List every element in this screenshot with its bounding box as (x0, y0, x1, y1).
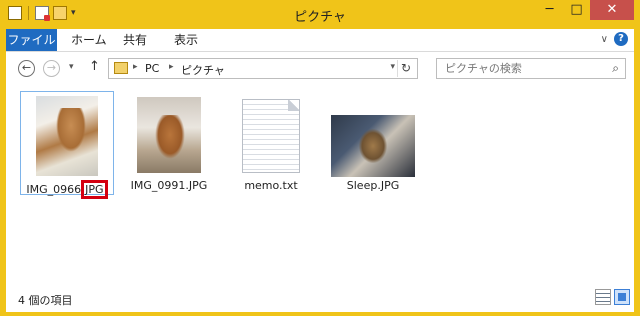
breadcrumb-pictures[interactable]: ピクチャ (181, 62, 225, 78)
file-name-base: IMG_0966 (26, 183, 82, 196)
search-input[interactable] (445, 61, 595, 75)
tab-file[interactable]: ファイル (6, 29, 57, 51)
tab-share[interactable]: 共有 (123, 29, 147, 51)
ribbon-right-controls: ∨ ? (601, 32, 628, 46)
close-button[interactable]: ✕ (590, 0, 634, 20)
breadcrumb-pc[interactable]: PC (145, 62, 159, 75)
navigation-bar: ← → ▾ ↑ ▸ PC ▸ ピクチャ ▾ ↻ ⌕ (6, 52, 634, 85)
text-document-icon (242, 99, 300, 173)
file-item[interactable]: Sleep.JPG (326, 91, 420, 195)
search-icon[interactable]: ⌕ (612, 61, 619, 76)
file-item[interactable]: memo.txt (224, 91, 318, 195)
file-item[interactable]: IMG_0966 JPG (20, 91, 114, 199)
breadcrumb-separator: ▸ (169, 62, 174, 72)
ribbon-tabs: ファイル ホーム 共有 表示 ∨ ? (6, 29, 634, 52)
expand-ribbon-icon[interactable]: ∨ (601, 34, 608, 45)
status-bar: 4 個の項目 (6, 284, 634, 312)
address-bar[interactable]: ▸ PC ▸ ピクチャ ▾ ↻ (108, 58, 418, 79)
refresh-icon[interactable]: ↻ (397, 60, 414, 77)
file-name: Sleep.JPG (346, 179, 400, 192)
tab-view[interactable]: 表示 (174, 29, 198, 51)
minimize-button[interactable]: ─ (536, 0, 563, 20)
large-icons-view-icon[interactable] (614, 289, 630, 305)
address-dropdown-icon[interactable]: ▾ (390, 62, 395, 72)
file-item[interactable]: IMG_0991.JPG (122, 91, 216, 195)
breadcrumb-separator: ▸ (133, 62, 138, 72)
file-name: IMG_0991.JPG (130, 179, 208, 192)
up-button[interactable]: ↑ (89, 59, 100, 74)
explorer-window: ▾ ピクチャ ─ □ ✕ ファイル ホーム 共有 表示 ∨ ? ← → ▾ ↑ … (0, 0, 640, 316)
file-name: memo.txt (244, 179, 298, 192)
file-name: IMG_0966 JPG (21, 180, 113, 199)
highlighted-extension: JPG (81, 180, 108, 199)
search-box: ⌕ (436, 58, 626, 79)
image-thumbnail (137, 97, 201, 173)
view-switcher (595, 289, 630, 305)
details-view-icon[interactable] (595, 289, 611, 305)
item-count: 4 個の項目 (18, 294, 73, 307)
recent-locations-dropdown-icon[interactable]: ▾ (69, 62, 74, 72)
tab-home[interactable]: ホーム (71, 29, 107, 51)
pictures-folder-icon (114, 62, 128, 74)
file-view: IMG_0966 JPG IMG_0991.JPG memo.txt Sleep.… (6, 85, 634, 284)
window-controls: ─ □ ✕ (536, 0, 634, 20)
image-thumbnail (331, 115, 415, 177)
back-button[interactable]: ← (18, 60, 35, 77)
image-thumbnail (36, 96, 98, 176)
maximize-button[interactable]: □ (563, 0, 590, 20)
help-icon[interactable]: ? (614, 32, 628, 46)
title-bar: ▾ ピクチャ ─ □ ✕ (0, 0, 640, 28)
forward-button[interactable]: → (43, 60, 60, 77)
